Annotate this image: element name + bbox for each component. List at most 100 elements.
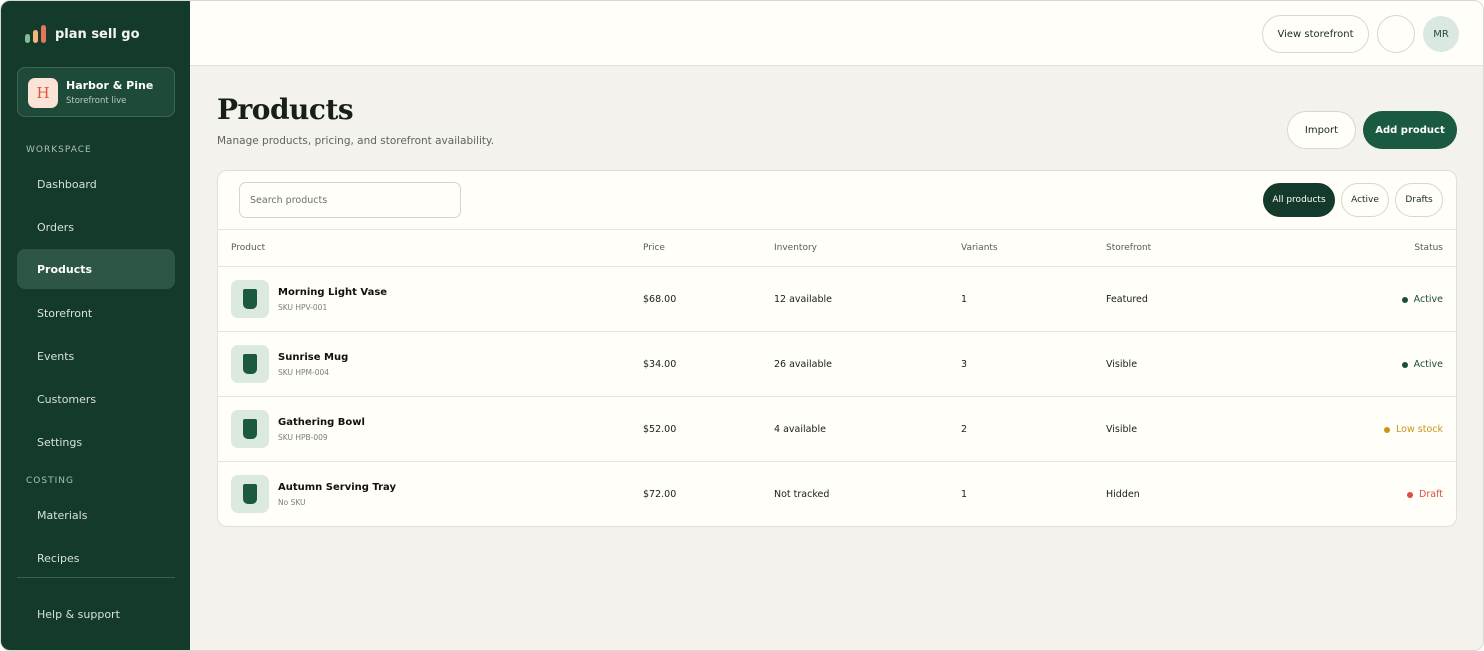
sidebar-item-recipes[interactable]: Recipes: [17, 538, 175, 578]
sidebar-item-label: Dashboard: [37, 177, 97, 191]
sidebar-item-storefront[interactable]: Storefront: [17, 293, 175, 333]
tray-icon: [243, 484, 257, 504]
status-label: Active: [1413, 359, 1443, 370]
store-switcher[interactable]: H Harbor & Pine Storefront live: [17, 67, 175, 117]
sidebar-item-label: Storefront: [37, 306, 93, 320]
user-avatar[interactable]: MR: [1423, 16, 1459, 52]
status-label: Draft: [1419, 489, 1443, 500]
product-price: $72.00: [643, 489, 677, 500]
sidebar-item-label: Customers: [37, 392, 97, 406]
sidebar-item-label: Products: [37, 262, 93, 276]
section-label-costing: COSTING: [26, 476, 74, 486]
status-dot-icon: [1407, 491, 1414, 498]
product-sku: SKU HPV-001: [278, 303, 328, 312]
status-dot-icon: [1401, 296, 1408, 303]
status-badge: Active: [1401, 359, 1443, 370]
product-variants: 3: [961, 359, 968, 370]
sidebar-item-products[interactable]: Products: [17, 249, 175, 289]
table-row[interactable]: Morning Light Vase SKU HPV-001 $68.00 12…: [218, 267, 1456, 332]
filter-active[interactable]: Active: [1341, 183, 1389, 217]
product-thumbnail: [231, 475, 269, 513]
product-storefront: Featured: [1106, 294, 1148, 305]
store-avatar: H: [28, 78, 58, 108]
product-name[interactable]: Morning Light Vase: [278, 287, 387, 298]
product-sku: SKU HPB-009: [278, 433, 328, 442]
table-row[interactable]: Autumn Serving Tray No SKU $72.00 Not tr…: [218, 462, 1456, 526]
table-header: Product Price Inventory Variants Storefr…: [218, 229, 1456, 267]
product-variants: 2: [961, 424, 968, 435]
product-thumbnail: [231, 345, 269, 383]
column-header-product[interactable]: Product: [231, 243, 265, 253]
topbar: View storefront MR: [190, 1, 1483, 66]
product-price: $52.00: [643, 424, 677, 435]
sidebar-item-customers[interactable]: Customers: [17, 379, 175, 419]
section-label-workspace: WORKSPACE: [26, 145, 92, 155]
page-title: Products: [217, 93, 354, 126]
sidebar-item-help[interactable]: Help & support: [17, 594, 175, 634]
status-dot-icon: [1384, 426, 1391, 433]
sidebar-divider: [17, 577, 175, 578]
brand-name: plan sell go: [55, 26, 140, 42]
product-price: $34.00: [643, 359, 677, 370]
product-sku: SKU HPM-004: [278, 368, 330, 377]
search-input[interactable]: [239, 182, 461, 218]
sidebar-item-label: Materials: [37, 508, 88, 522]
view-storefront-button[interactable]: View storefront: [1262, 15, 1369, 53]
sidebar-item-label: Help & support: [37, 607, 120, 621]
product-storefront: Visible: [1106, 424, 1138, 435]
status-badge: Draft: [1407, 489, 1443, 500]
column-header-storefront[interactable]: Storefront: [1106, 243, 1151, 253]
brand[interactable]: plan sell go: [25, 24, 140, 44]
column-header-price[interactable]: Price: [643, 243, 665, 253]
product-inventory: Not tracked: [774, 489, 830, 500]
bowl-icon: [243, 419, 257, 439]
product-name[interactable]: Gathering Bowl: [278, 417, 365, 428]
sidebar-item-dashboard[interactable]: Dashboard: [17, 164, 175, 204]
product-price: $68.00: [643, 294, 677, 305]
product-inventory: 26 available: [774, 359, 832, 370]
product-sku: No SKU: [278, 498, 306, 507]
product-thumbnail: [231, 280, 269, 318]
store-name: Harbor & Pine: [66, 79, 154, 92]
store-status: Storefront live: [66, 96, 127, 106]
sidebar-item-label: Events: [37, 349, 75, 363]
product-inventory: 4 available: [774, 424, 826, 435]
table-row[interactable]: Gathering Bowl SKU HPB-009 $52.00 4 avai…: [218, 397, 1456, 462]
status-label: Active: [1413, 294, 1443, 305]
product-storefront: Hidden: [1106, 489, 1140, 500]
product-variants: 1: [961, 489, 968, 500]
mug-icon: [243, 354, 257, 374]
page-subtitle: Manage products, pricing, and storefront…: [217, 135, 495, 147]
product-storefront: Visible: [1106, 359, 1138, 370]
product-inventory: 12 available: [774, 294, 832, 305]
products-card: All products Active Drafts Product Price…: [217, 170, 1457, 527]
product-name[interactable]: Sunrise Mug: [278, 352, 348, 363]
table-row[interactable]: Sunrise Mug SKU HPM-004 $34.00 26 availa…: [218, 332, 1456, 397]
notifications-icon[interactable]: [1377, 15, 1415, 53]
column-header-inventory[interactable]: Inventory: [774, 243, 817, 253]
product-variants: 1: [961, 294, 968, 305]
sidebar-item-label: Settings: [37, 435, 83, 449]
sidebar-item-settings[interactable]: Settings: [17, 422, 175, 462]
filter-all-products[interactable]: All products: [1263, 183, 1335, 217]
brand-logo-icon: [25, 25, 46, 43]
column-header-variants[interactable]: Variants: [961, 243, 998, 253]
status-label: Low stock: [1396, 424, 1443, 435]
product-thumbnail: [231, 410, 269, 448]
sidebar-item-materials[interactable]: Materials: [17, 495, 175, 535]
app-window: plan sell go H Harbor & Pine Storefront …: [0, 0, 1484, 651]
column-header-status[interactable]: Status: [1414, 243, 1443, 253]
sidebar-item-label: Orders: [37, 220, 74, 234]
table-body: Morning Light Vase SKU HPV-001 $68.00 12…: [218, 267, 1456, 526]
sidebar-item-orders[interactable]: Orders: [17, 207, 175, 247]
status-dot-icon: [1401, 361, 1408, 368]
sidebar-item-events[interactable]: Events: [17, 336, 175, 376]
status-badge: Active: [1401, 294, 1443, 305]
vase-icon: [243, 289, 257, 309]
import-button[interactable]: Import: [1287, 111, 1356, 149]
product-name[interactable]: Autumn Serving Tray: [278, 482, 396, 493]
add-product-button[interactable]: Add product: [1363, 111, 1457, 149]
sidebar: plan sell go H Harbor & Pine Storefront …: [1, 1, 190, 650]
filter-drafts[interactable]: Drafts: [1395, 183, 1443, 217]
status-badge: Low stock: [1384, 424, 1443, 435]
